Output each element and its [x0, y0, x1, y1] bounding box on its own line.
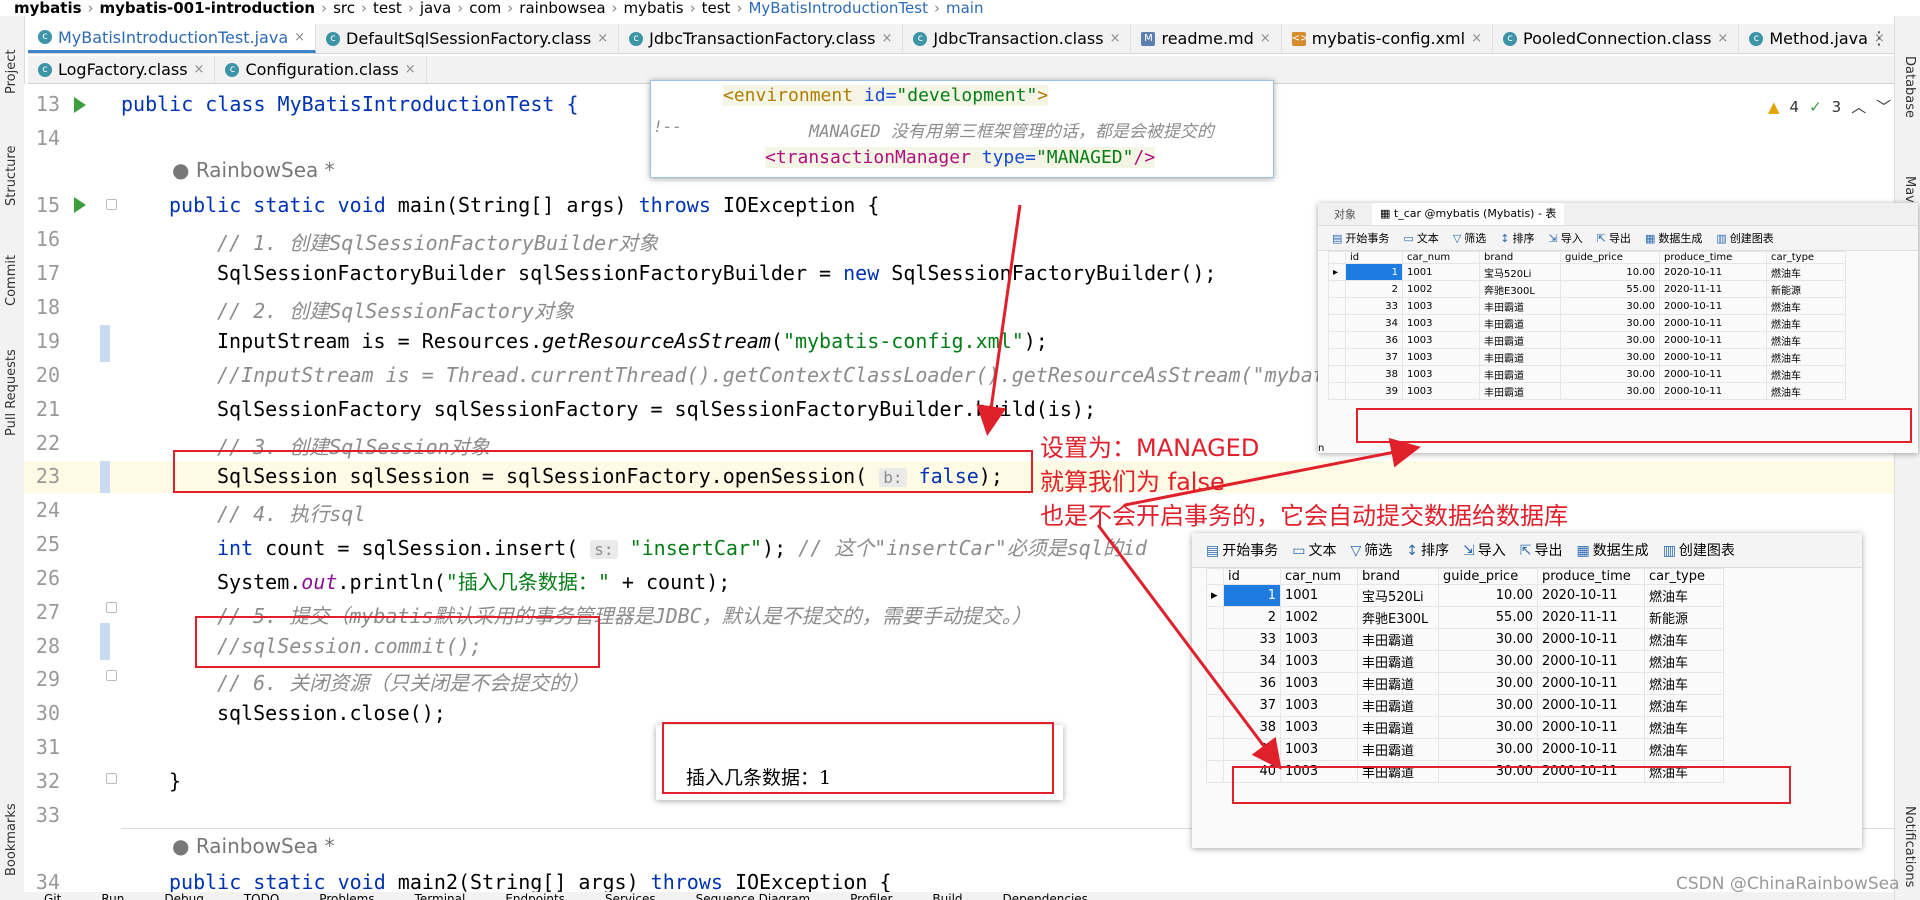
annotation-arrows [976, 204, 1421, 770]
bottom-tool-button[interactable]: Endpoints [505, 892, 565, 900]
bottom-tool-button[interactable]: Profiler [850, 892, 892, 900]
bottom-tool-button[interactable]: Problems [319, 892, 374, 900]
bottom-tool-button[interactable]: Terminal [415, 892, 466, 900]
arrow-to-small-table [1124, 437, 1421, 507]
bottom-tool-button[interactable]: Sequence Diagram [696, 892, 811, 900]
watermark: CSDN @ChinaRainbowSea [1676, 874, 1900, 894]
bottom-tool-button[interactable]: TODO [244, 892, 279, 900]
bottom-tool-button[interactable]: Services [605, 892, 656, 900]
bottom-tool-button[interactable]: Build [932, 892, 962, 900]
bottom-tool-bar: Git Run Debug TODO Problems Terminal Endpoints… [24, 892, 1894, 900]
bottom-tool-button[interactable]: Dependencies [1003, 892, 1088, 900]
arrow-to-large-table [1096, 524, 1282, 770]
bottom-tool-button[interactable]: Git [44, 892, 61, 900]
bottom-tool-button[interactable]: Debug [164, 892, 203, 900]
arrow-to-opensession [976, 204, 1022, 436]
bottom-tool-button[interactable]: Run [101, 892, 124, 900]
